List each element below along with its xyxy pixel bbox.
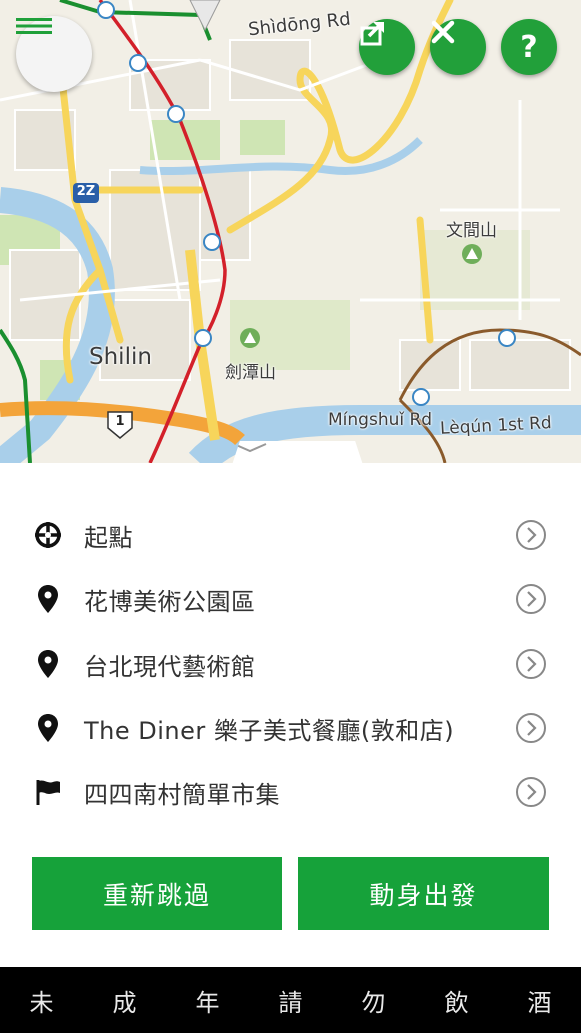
map-label-shilin: Shilin <box>89 344 152 370</box>
map-pin-icon <box>30 581 66 617</box>
chevron-right-circle-icon[interactable] <box>515 519 547 551</box>
crosshair-icon <box>30 517 66 553</box>
route-shield-2z: 2Z <box>76 184 96 199</box>
close-button[interactable] <box>430 19 486 75</box>
footer-char: 勿 <box>361 988 386 1017</box>
route-stop-label: The Diner 樂子美式餐廳(敦和店) <box>84 716 455 745</box>
flag-icon <box>30 774 66 810</box>
route-stop-label: 花博美術公園區 <box>84 587 256 616</box>
footer-char: 飲 <box>444 988 469 1017</box>
share-button[interactable] <box>359 19 415 75</box>
footer-warning-bar: 未 成 年 請 勿 飲 酒 <box>0 967 581 1033</box>
map-view[interactable]: Shìdōng Rd Shilin 文間山 劍潭山 Míngshuǐ Rd Lè… <box>0 0 581 463</box>
route-stop-row[interactable]: 台北現代藝術館 <box>0 632 581 696</box>
map-label-mingshui-rd: Míngshuǐ Rd <box>328 410 433 430</box>
depart-button[interactable]: 動身出發 <box>298 857 549 930</box>
footer-char: 未 <box>29 988 54 1017</box>
route-stop-label: 四四南村簡單市集 <box>84 780 280 809</box>
chevron-right-circle-icon[interactable] <box>515 776 547 808</box>
map-pin-icon <box>30 646 66 682</box>
map-label-jiantanshan: 劍潭山 <box>225 363 276 383</box>
route-stop-row[interactable]: 四四南村簡單市集 <box>0 760 581 824</box>
route-stop-row[interactable]: 花博美術公園區 <box>0 567 581 631</box>
route-stop-row[interactable]: 起點 <box>0 503 581 567</box>
menu-button[interactable] <box>16 16 92 92</box>
route-stop-label: 台北現代藝術館 <box>84 652 256 681</box>
share-icon <box>360 22 384 46</box>
help-button[interactable]: ? <box>501 19 557 75</box>
reskip-button[interactable]: 重新跳過 <box>32 857 282 930</box>
panel-drag-handle[interactable] <box>232 441 363 463</box>
help-icon: ? <box>520 29 538 65</box>
chevron-right-circle-icon[interactable] <box>515 712 547 744</box>
map-pin-icon <box>30 710 66 746</box>
route-stop-label: 起點 <box>84 523 133 552</box>
close-icon <box>431 20 455 44</box>
footer-char: 年 <box>195 988 220 1017</box>
footer-char: 成 <box>112 988 137 1017</box>
chevron-right-circle-icon[interactable] <box>515 583 547 615</box>
hamburger-icon <box>16 18 52 34</box>
route-stop-row[interactable]: The Diner 樂子美式餐廳(敦和店) <box>0 696 581 760</box>
chevron-right-circle-icon[interactable] <box>515 648 547 680</box>
route-shield-1: 1 <box>115 414 125 429</box>
footer-char: 請 <box>278 988 303 1017</box>
footer-char: 酒 <box>527 988 552 1017</box>
map-label-wenjianshan: 文間山 <box>446 221 497 241</box>
